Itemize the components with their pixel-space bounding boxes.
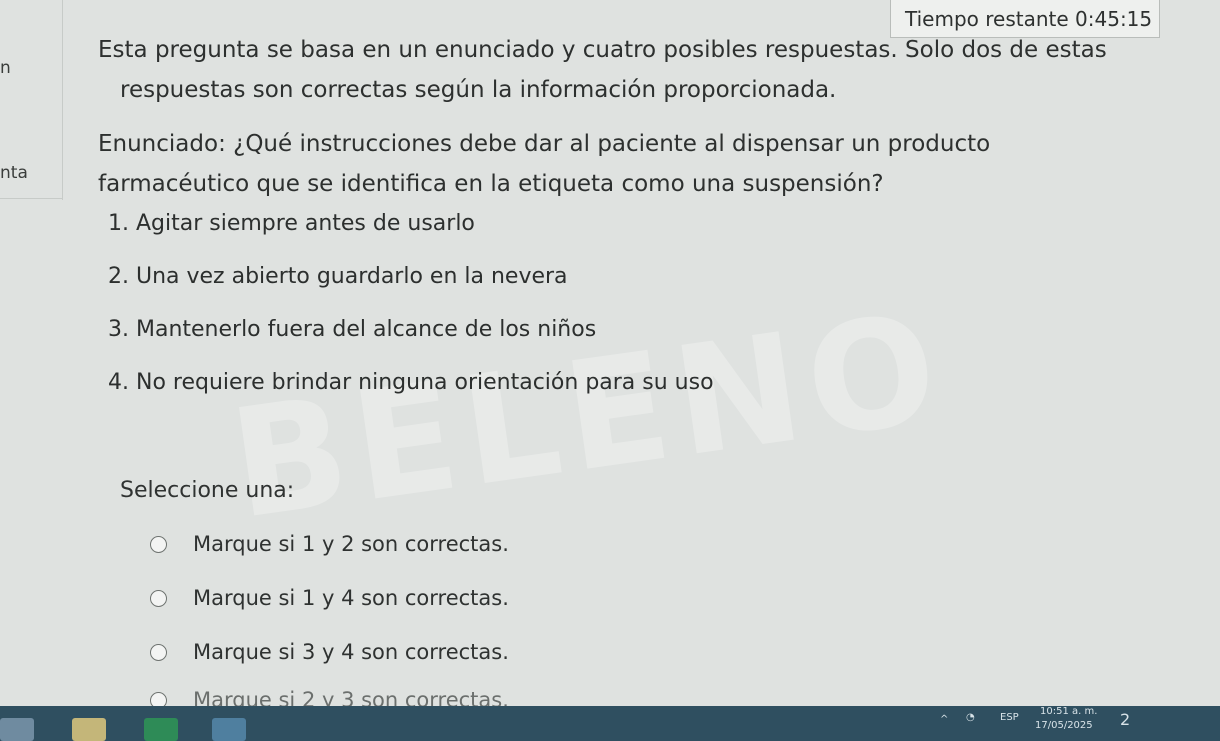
answer-option-label[interactable]: Marque si 1 y 2 son correctas. <box>193 532 509 556</box>
statement-item-2: 2. Una vez abierto guardarlo en la never… <box>108 264 568 289</box>
statement-item-3: 3. Mantenerlo fuera del alcance de los n… <box>108 317 597 342</box>
left-fragment-b: nta <box>0 163 28 183</box>
answer-option-1[interactable]: Marque si 1 y 2 son correctas. <box>150 532 509 556</box>
radio-button[interactable] <box>150 643 167 661</box>
left-divider <box>0 198 62 199</box>
taskbar: ^ ◔ ESP 10:51 a. m. 17/05/2025 2 <box>0 706 1220 741</box>
left-panel: n nta <box>0 0 63 200</box>
statement-line-2: farmacéutico que se identifica en la eti… <box>98 171 884 197</box>
excel-icon[interactable] <box>144 718 178 741</box>
left-fragment-a: n <box>0 58 11 78</box>
select-label: Seleccione una: <box>120 478 295 503</box>
language-indicator[interactable]: ESP <box>1000 712 1019 723</box>
chevron-up-icon[interactable]: ^ <box>940 714 948 725</box>
intro-line-1: Esta pregunta se basa en un enunciado y … <box>98 37 1107 63</box>
answer-option-2[interactable]: Marque si 1 y 4 son correctas. <box>150 586 509 610</box>
timer-label: Tiempo restante <box>905 7 1069 31</box>
radio-button[interactable] <box>150 589 167 607</box>
app-icon[interactable] <box>0 718 34 741</box>
intro-line-2: respuestas son correctas según la inform… <box>120 77 837 103</box>
statement-line-1: Enunciado: ¿Qué instrucciones debe dar a… <box>98 131 991 157</box>
timer-value: 0:45:15 <box>1075 7 1153 31</box>
answer-option-label[interactable]: Marque si 1 y 4 son correctas. <box>193 586 509 610</box>
clock-date[interactable]: 17/05/2025 <box>1035 720 1093 731</box>
radio-button[interactable] <box>150 535 167 553</box>
wifi-icon[interactable]: ◔ <box>966 712 975 723</box>
statement-item-4: 4. No requiere brindar ninguna orientaci… <box>108 370 714 395</box>
statement-items: 1. Agitar siempre antes de usarlo 2. Una… <box>108 210 1178 397</box>
answer-option-label[interactable]: Marque si 3 y 4 son correctas. <box>193 640 509 664</box>
answer-option-3[interactable]: Marque si 3 y 4 son correctas. <box>150 640 509 664</box>
statement-item-1: 1. Agitar siempre antes de usarlo <box>108 211 475 236</box>
notification-count: 2 <box>1120 710 1131 729</box>
folder-icon[interactable] <box>72 718 106 741</box>
browser-icon[interactable] <box>212 718 246 741</box>
question-content: Esta pregunta se basa en un enunciado y … <box>98 30 1178 422</box>
notification-icon[interactable]: 2 <box>1120 710 1146 736</box>
clock-time[interactable]: 10:51 a. m. <box>1040 706 1097 717</box>
